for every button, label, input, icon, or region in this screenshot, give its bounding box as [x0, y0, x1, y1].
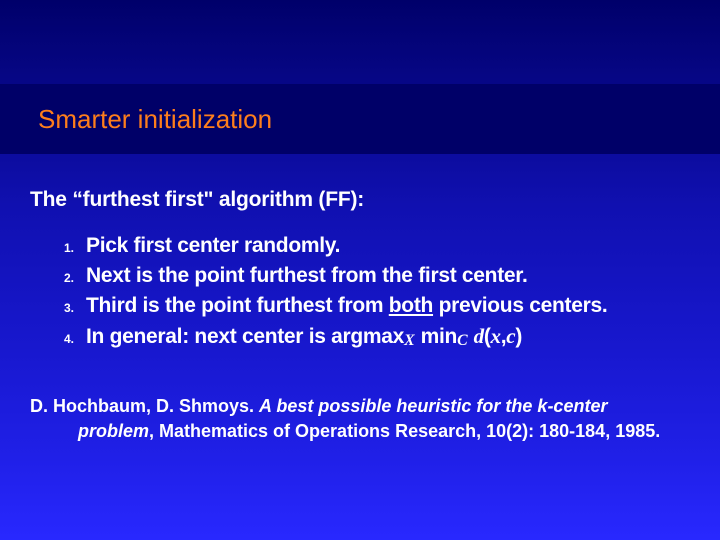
list-text: Third is the point furthest from both pr…: [86, 294, 607, 318]
subscript-x: X: [404, 332, 415, 349]
slide: Smarter initialization The “furthest fir…: [0, 0, 720, 540]
list-text-suffix: previous centers.: [433, 294, 607, 317]
citation-authors: D. Hochbaum, D. Shmoys.: [30, 396, 259, 416]
var-x: x: [491, 324, 501, 348]
list-text: Next is the point furthest from the firs…: [86, 264, 528, 288]
list-text-mid: min: [415, 325, 457, 348]
slide-title: Smarter initialization: [38, 104, 272, 135]
var-d: d: [474, 324, 484, 348]
list-item: 2. Next is the point furthest from the f…: [46, 264, 690, 288]
list-text-underlined: both: [389, 294, 433, 317]
list-text-prefix: In general: next center is argmax: [86, 325, 404, 348]
paren-close: ): [515, 325, 522, 348]
list-number: 4.: [46, 332, 86, 346]
list-text: Pick first center randomly.: [86, 234, 340, 258]
slide-subtitle: The “furthest first" algorithm (FF):: [30, 188, 364, 212]
citation-title-line2: problem: [78, 421, 149, 441]
paren-open: (: [484, 325, 491, 348]
citation-line2: problem, Mathematics of Operations Resea…: [30, 420, 690, 443]
list-number: 3.: [46, 301, 86, 315]
list-item: 3. Third is the point furthest from both…: [46, 294, 690, 318]
list-number: 2.: [46, 271, 86, 285]
citation-rest: , Mathematics of Operations Research, 10…: [149, 421, 660, 441]
list-item: 1. Pick first center randomly.: [46, 234, 690, 258]
list-number: 1.: [46, 241, 86, 255]
list-text-prefix: Third is the point furthest from: [86, 294, 389, 317]
numbered-list: 1. Pick first center randomly. 2. Next i…: [46, 234, 690, 356]
list-text: In general: next center is argmaxX minC …: [86, 324, 522, 350]
subscript-c: C: [457, 332, 468, 349]
citation: D. Hochbaum, D. Shmoys. A best possible …: [30, 395, 690, 444]
citation-title-line1: A best possible heuristic for the k-cent…: [259, 396, 607, 416]
list-item: 4. In general: next center is argmaxX mi…: [46, 324, 690, 350]
var-c: c: [506, 324, 515, 348]
